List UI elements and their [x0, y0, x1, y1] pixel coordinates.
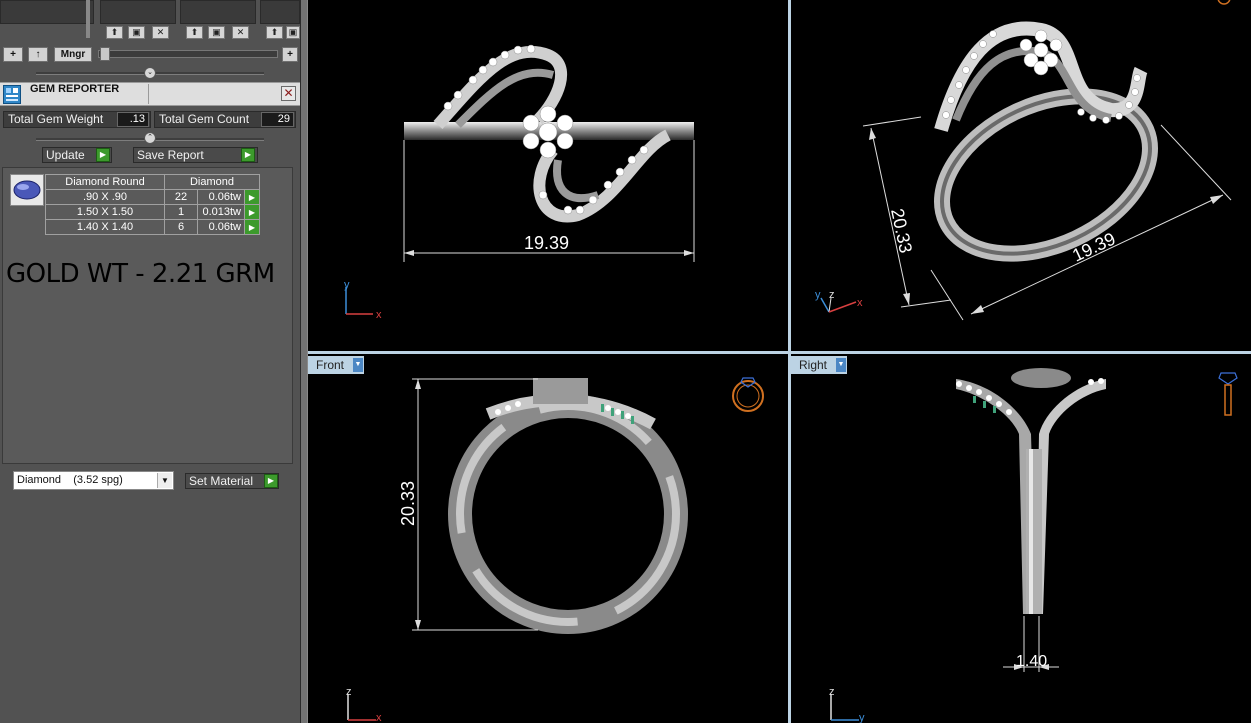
ring-front-render: 20.33 z x: [346, 377, 764, 723]
gem-thumbnail-icon[interactable]: [10, 174, 44, 206]
dimension-label: 1.40: [1016, 653, 1047, 670]
thumbnail-slot[interactable]: [180, 0, 256, 24]
thumbnail-slot[interactable]: [0, 0, 94, 24]
play-icon[interactable]: ▶: [244, 204, 260, 220]
ring-top-render: 19.39 y x: [344, 44, 695, 321]
axis-y-label: y: [344, 279, 350, 291]
axis-x-label: x: [376, 712, 382, 723]
add-button[interactable]: +: [3, 47, 23, 62]
ring-icon: [1217, 0, 1231, 5]
save-report-label: Save Report: [137, 148, 204, 162]
viewport-top[interactable]: 19.39 y x: [308, 0, 788, 351]
gem-reporter-header: GEM REPORTER ✕: [0, 82, 300, 106]
material-value: Diamond (3.52 spg): [17, 474, 123, 486]
delete-slot-button[interactable]: ✕: [152, 26, 169, 39]
add-right-button[interactable]: +: [282, 47, 298, 62]
save-slot-button[interactable]: ▣: [208, 26, 225, 39]
viewport-perspective[interactable]: 20.33 19.39 y z x: [791, 0, 1251, 351]
axis-y-label: y: [859, 712, 865, 723]
manager-button[interactable]: Mngr: [54, 47, 92, 62]
slider-track[interactable]: [98, 50, 278, 58]
gem-weight-cell: 0.06tw: [197, 219, 245, 235]
collapse-handle[interactable]: ⌄: [144, 67, 156, 79]
axis-z-label: z: [346, 686, 352, 698]
gem-weight-cell: 0.06tw: [197, 189, 245, 205]
play-icon[interactable]: ▶: [244, 189, 260, 205]
gem-table: Diamond Round Diamond .90 X .90 22 0.06t…: [45, 174, 260, 235]
gem-size-cell: .90 X .90: [45, 189, 165, 205]
panel-splitter[interactable]: [300, 0, 308, 723]
axis-icon: z x: [346, 686, 382, 723]
up-button[interactable]: ↑: [28, 47, 48, 62]
axis-icon: y z x: [815, 289, 863, 313]
dimension-label: 20.33: [398, 481, 418, 526]
table-row[interactable]: .90 X .90 22 0.06tw ▶: [45, 189, 260, 205]
ring-icon: [732, 377, 764, 412]
thumbnail-slot[interactable]: [260, 0, 300, 24]
save-slot-button[interactable]: ▣: [128, 26, 145, 39]
column-header: Diamond Round: [45, 174, 165, 190]
axis-icon: y x: [344, 279, 382, 321]
gem-count-cell: 22: [164, 189, 198, 205]
chevron-down-icon[interactable]: ▼: [157, 473, 172, 488]
play-icon[interactable]: ▶: [96, 148, 110, 162]
gem-count-cell: 1: [164, 204, 198, 220]
play-icon[interactable]: ▶: [264, 474, 278, 488]
scrollbar[interactable]: [86, 0, 90, 38]
play-icon[interactable]: ▶: [241, 148, 255, 162]
update-label: Update: [46, 148, 85, 162]
material-select[interactable]: Diamond (3.52 spg) ▼: [13, 471, 174, 490]
table-row[interactable]: 1.40 X 1.40 6 0.06tw ▶: [45, 219, 260, 235]
table-header-row: Diamond Round Diamond: [45, 174, 260, 190]
ring-icon: [1218, 372, 1238, 416]
gem-size-cell: 1.50 X 1.50: [45, 204, 165, 220]
gold-weight-note: GOLD WT - 2.21 GRM: [6, 259, 275, 289]
collapse-handle[interactable]: ⌃: [144, 132, 156, 144]
total-gem-weight-value: .13: [117, 112, 149, 127]
viewport-front[interactable]: Front ▼ 20.33 z x: [308, 354, 788, 723]
gem-reporter-icon: [3, 85, 21, 104]
load-button[interactable]: ⬆: [186, 26, 203, 39]
axis-x-label: x: [376, 309, 382, 321]
left-panel: ⬆ ▣ ✕ ⬆ ▣ ✕ ⬆ ▣ + ↑ Mngr + ⌄ GEM REPORTE…: [0, 0, 302, 723]
close-icon[interactable]: ✕: [281, 86, 296, 101]
dimension-label: 19.39: [524, 233, 569, 253]
divider: [148, 84, 149, 104]
gem-count-cell: 6: [164, 219, 198, 235]
save-slot-button[interactable]: ▣: [286, 26, 300, 39]
load-button[interactable]: ⬆: [266, 26, 283, 39]
total-gem-count-label: Total Gem Count: [159, 112, 250, 126]
table-row[interactable]: 1.50 X 1.50 1 0.013tw ▶: [45, 204, 260, 220]
gem-weight-cell: 0.013tw: [197, 204, 245, 220]
dimension-label: 20.33: [887, 207, 916, 255]
gem-size-cell: 1.40 X 1.40: [45, 219, 165, 235]
axis-y-label: y: [815, 289, 821, 301]
axis-x-label: x: [857, 297, 863, 309]
load-button[interactable]: ⬆: [106, 26, 123, 39]
viewport-right[interactable]: Right ▼ 1.40 z y: [791, 354, 1251, 723]
total-gem-weight-label: Total Gem Weight: [8, 112, 104, 126]
panel-title: GEM REPORTER: [30, 83, 120, 95]
set-material-label: Set Material: [189, 474, 254, 488]
slider-handle[interactable]: [100, 47, 110, 61]
total-gem-count-value: 29: [261, 112, 294, 127]
play-icon[interactable]: ▶: [244, 219, 260, 235]
thumbnail-slot[interactable]: [100, 0, 176, 24]
axis-z-label: z: [829, 686, 835, 698]
save-report-button[interactable]: Save Report: [133, 147, 258, 163]
delete-slot-button[interactable]: ✕: [232, 26, 249, 39]
column-header: Diamond: [164, 174, 260, 190]
axis-z-label: z: [829, 289, 835, 301]
ring-side-render: 1.40 z y: [829, 368, 1238, 723]
axis-icon: z y: [829, 686, 865, 723]
ring-perspective-render: 20.33 19.39 y z x: [815, 0, 1232, 321]
